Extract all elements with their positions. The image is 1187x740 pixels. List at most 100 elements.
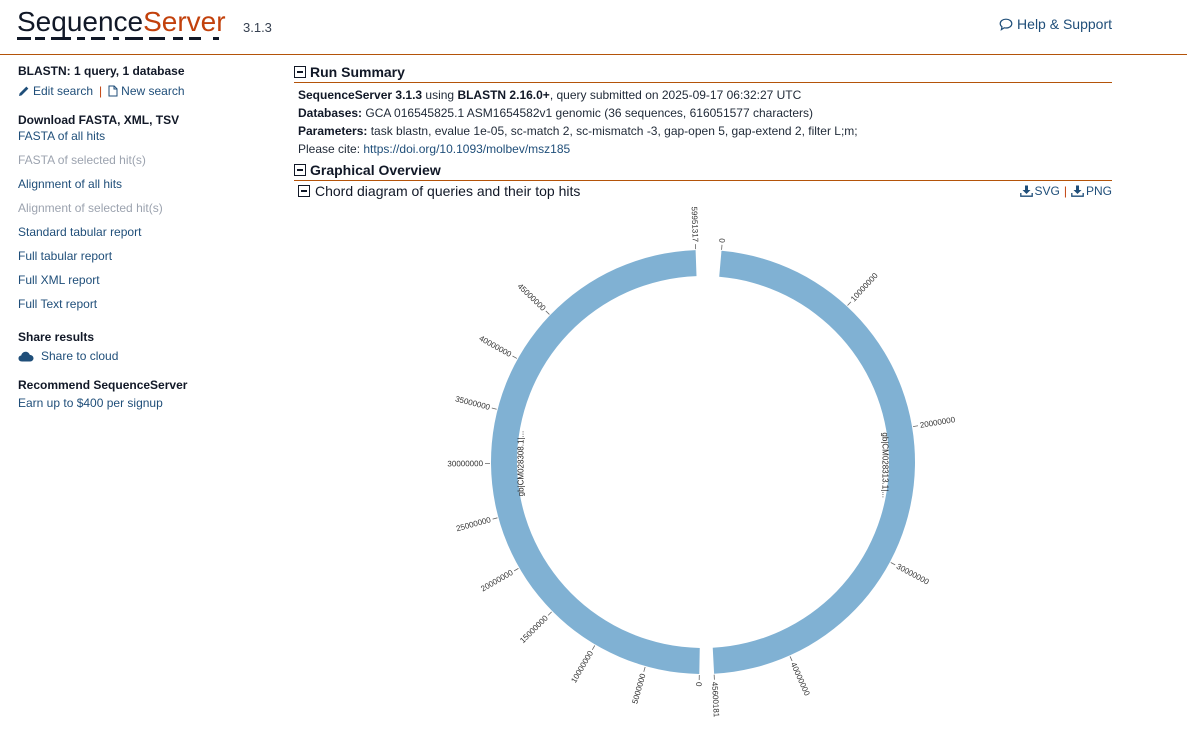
help-support-link[interactable]: Help & Support — [999, 16, 1112, 32]
chromosome-tick-label: 40000000 — [789, 661, 812, 698]
chromosome-tick-label: 15000000 — [518, 613, 550, 645]
app-logo[interactable]: SequenceServer — [17, 5, 226, 39]
download-full-tabular-link[interactable]: Full tabular report — [18, 249, 268, 263]
app-version: 3.1.3 — [243, 20, 272, 35]
recommend-signup-link[interactable]: Earn up to $400 per signup — [18, 396, 268, 410]
download-alignment-selected-link[interactable]: Alignment of selected hit(s) — [18, 201, 268, 215]
graphical-overview-header[interactable]: Graphical Overview — [294, 160, 1112, 181]
app-header: SequenceServer 3.1.3 Help & Support — [0, 0, 1187, 55]
collapse-chord-diagram-icon[interactable] — [298, 185, 310, 197]
chart-download-buttons: SVG | PNG — [1019, 184, 1112, 198]
chromosome-tick-mark — [547, 611, 552, 616]
run-summary-header[interactable]: Run Summary — [294, 62, 1112, 83]
download-list: FASTA of all hits FASTA of selected hit(… — [18, 129, 268, 311]
share-heading: Share results — [18, 330, 95, 344]
download-alignment-all-link[interactable]: Alignment of all hits — [18, 177, 268, 191]
logo-main-text: Sequence — [17, 6, 144, 37]
run-summary-databases: Databases: GCA 016545825.1 ASM1654582v1 … — [298, 104, 1112, 122]
chromosome-tick-label: 10000000 — [849, 271, 880, 304]
cloud-icon — [18, 351, 34, 361]
edit-search-link[interactable]: Edit search — [18, 84, 93, 98]
pencil-icon — [19, 86, 29, 96]
chromosome-tick-label: 30000000 — [447, 459, 483, 468]
parameters-label: Parameters: — [298, 124, 368, 138]
using-text: using — [422, 88, 458, 102]
download-fasta-all-link[interactable]: FASTA of all hits — [18, 129, 268, 143]
download-heading: Download FASTA, XML, TSV — [18, 113, 180, 127]
chromosome-name-label: gb|CM028308.1|... — [517, 431, 526, 497]
download-icon — [1019, 185, 1033, 197]
databases-value: GCA 016545825.1 ASM1654582v1 genomic (36… — [362, 106, 814, 120]
chromosome-tick-mark — [789, 656, 793, 662]
chord-diagram[interactable]: 0 10000000 20000000 30000000 40000000 4560018… — [400, 205, 1020, 740]
chromosome-tick-label: 20000000 — [479, 568, 515, 594]
svg-label: SVG — [1034, 184, 1060, 198]
run-summary-title: Run Summary — [310, 63, 405, 80]
cite-doi-link[interactable]: https://doi.org/10.1093/molbev/msz185 — [363, 142, 570, 156]
png-label: PNG — [1085, 184, 1112, 198]
chromosome-tick-label: 40000000 — [477, 334, 513, 359]
run-summary-cite: Please cite: https://doi.org/10.1093/mol… — [298, 140, 1112, 158]
download-standard-tabular-link[interactable]: Standard tabular report — [18, 225, 268, 239]
logo-accent-text: Server — [143, 6, 226, 37]
share-to-cloud-label: Share to cloud — [41, 349, 119, 363]
parameters-value: task blastn, evalue 1e-05, sc-match 2, s… — [367, 124, 858, 138]
chromosome-tick-label: 30000000 — [895, 562, 931, 587]
chromosome-length-label: 59951317 — [690, 206, 700, 242]
logo-dash-decoration — [17, 37, 219, 40]
download-icon — [1071, 185, 1084, 197]
chord-diagram-title: Chord diagram of queries and their top h… — [315, 183, 581, 199]
run-summary-line-1: SequenceServer 3.1.3 using BLASTN 2.16.0… — [298, 86, 1112, 104]
chromosome-tick-label: 20000000 — [919, 415, 956, 430]
chord-diagram-container: 0 10000000 20000000 30000000 40000000 4560018… — [400, 205, 1020, 740]
search-summary-title: BLASTN: 1 query, 1 database — [18, 64, 185, 78]
new-search-label: New search — [121, 84, 185, 98]
collapse-run-summary-icon[interactable] — [294, 65, 306, 78]
download-svg-button[interactable]: SVG — [1019, 184, 1060, 198]
action-separator: | — [99, 84, 103, 98]
chromosome-tick-mark — [912, 425, 919, 428]
help-support-label: Help & Support — [1017, 16, 1112, 32]
submitted-text: , query submitted on 2025-09-17 06:32:27… — [549, 88, 802, 102]
new-search-link[interactable]: New search — [108, 84, 185, 98]
download-fasta-selected-link[interactable]: FASTA of selected hit(s) — [18, 153, 268, 167]
collapse-graphical-overview-icon[interactable] — [294, 163, 306, 176]
cite-text: Please cite: — [298, 142, 364, 156]
chromosome-tick-mark — [591, 645, 596, 650]
sidebar: BLASTN: 1 query, 1 database Edit search … — [18, 64, 268, 410]
share-to-cloud-link[interactable]: Share to cloud — [18, 349, 268, 363]
download-full-text-link[interactable]: Full Text report — [18, 297, 268, 311]
chromosome-tick-mark — [513, 567, 519, 572]
new-file-icon — [108, 85, 118, 97]
chromosome-tick-label: 0 — [718, 237, 727, 243]
run-summary-parameters: Parameters: task blastn, evalue 1e-05, s… — [298, 122, 1112, 140]
search-actions: Edit search | New search — [18, 84, 268, 98]
chord-diagram-toggle[interactable]: Chord diagram of queries and their top h… — [298, 183, 580, 199]
chromosome-tick-mark — [491, 407, 497, 410]
chromosome-tick-label: 10000000 — [569, 649, 595, 685]
chromosome-tick-label: 35000000 — [454, 394, 491, 412]
databases-label: Databases: — [298, 106, 363, 120]
chromosome-tick-label: 25000000 — [455, 515, 492, 533]
chromosome-tick-label: 45000000 — [516, 282, 548, 314]
recommend-heading: Recommend SequenceServer — [18, 378, 188, 392]
chromosome-tick-mark — [545, 310, 550, 315]
run-summary-body: SequenceServer 3.1.3 using BLASTN 2.16.0… — [294, 83, 1112, 158]
chromosome-tick-label: 5000000 — [630, 672, 647, 705]
download-full-xml-link[interactable]: Full XML report — [18, 273, 268, 287]
chromosome-name-label: gb|CM028313.1|... — [880, 432, 889, 498]
chord-diagram-header: Chord diagram of queries and their top h… — [294, 183, 1112, 199]
blast-version-text: BLASTN 2.16.0+ — [457, 88, 550, 102]
chromosome-tick-mark — [492, 517, 498, 520]
main-content: Run Summary SequenceServer 3.1.3 using B… — [294, 62, 1112, 199]
chromosome-tick-mark — [643, 666, 646, 672]
chromosome-tick-mark — [512, 355, 518, 359]
download-separator: | — [1063, 184, 1067, 198]
server-version-text: SequenceServer 3.1.3 — [298, 88, 423, 102]
chromosome-tick-mark — [847, 301, 852, 306]
edit-search-label: Edit search — [33, 84, 94, 98]
chromosome-tick-mark — [890, 562, 896, 566]
download-png-button[interactable]: PNG — [1071, 184, 1112, 198]
speech-bubble-icon — [999, 18, 1013, 31]
graphical-overview-title: Graphical Overview — [310, 161, 441, 178]
